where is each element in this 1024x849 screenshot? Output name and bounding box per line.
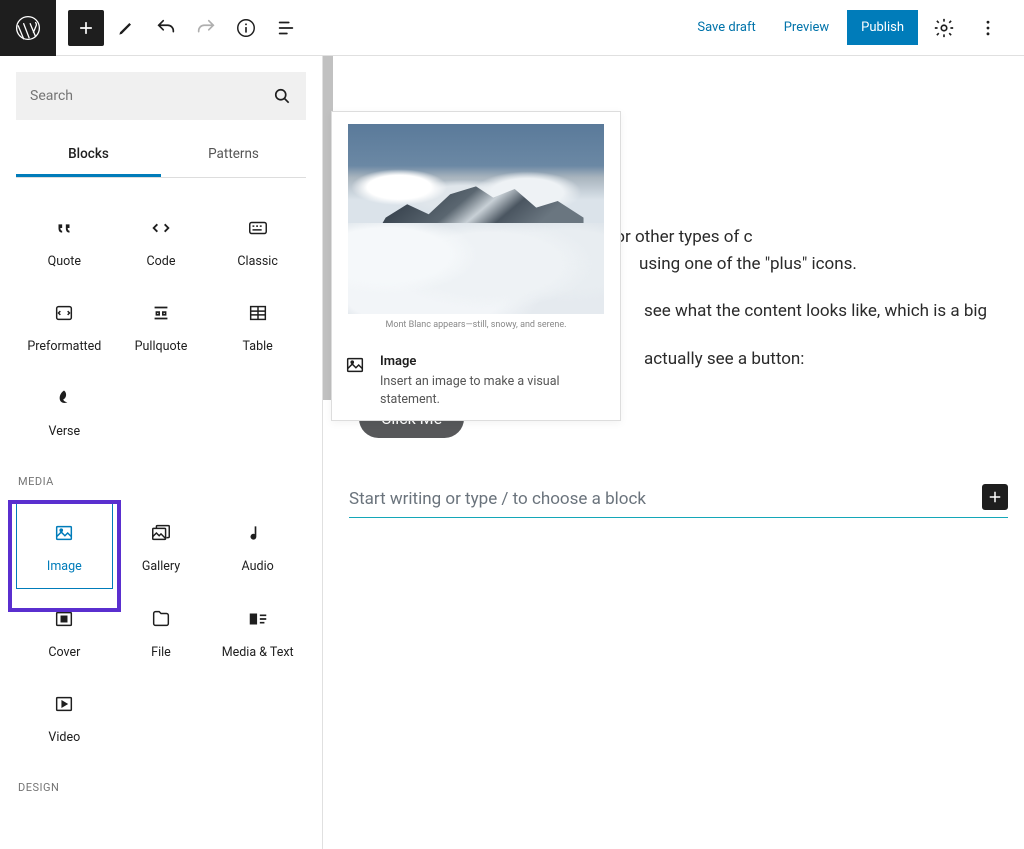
image-icon bbox=[52, 521, 76, 545]
block-label: Classic bbox=[237, 254, 277, 269]
block-quote[interactable]: Quote bbox=[16, 198, 113, 283]
code-icon bbox=[149, 216, 173, 240]
pullquote-icon bbox=[149, 301, 173, 325]
image-icon bbox=[344, 354, 366, 376]
details-icon[interactable] bbox=[228, 10, 264, 46]
preview-button[interactable]: Preview bbox=[774, 12, 839, 43]
block-label: Verse bbox=[49, 424, 81, 439]
block-verse[interactable]: Verse bbox=[16, 368, 113, 453]
text-blocks-grid: Quote Code Classic Preformatted Pullquot… bbox=[16, 198, 306, 453]
publish-button[interactable]: Publish bbox=[847, 10, 918, 45]
block-code[interactable]: Code bbox=[113, 198, 210, 283]
media-blocks-grid: Image Gallery Audio Cover File Media & T… bbox=[16, 502, 306, 759]
block-preformatted[interactable]: Preformatted bbox=[16, 283, 113, 368]
main-area: Blocks Patterns Quote Code Classic Prefo… bbox=[0, 56, 1024, 849]
block-label: Video bbox=[48, 730, 80, 745]
search-input[interactable] bbox=[30, 88, 272, 104]
block-label: Image bbox=[47, 559, 82, 574]
media-text-icon bbox=[246, 607, 270, 631]
edit-mode-icon[interactable] bbox=[108, 10, 144, 46]
preformatted-icon bbox=[52, 301, 76, 325]
block-label: Cover bbox=[48, 645, 80, 660]
tab-blocks[interactable]: Blocks bbox=[16, 134, 161, 177]
editor-canvas[interactable]: d text, you can just click and type. For… bbox=[323, 56, 1024, 849]
cover-icon bbox=[52, 607, 76, 631]
preview-image bbox=[348, 124, 604, 314]
block-label: Quote bbox=[48, 254, 81, 269]
block-label: Table bbox=[243, 339, 273, 354]
redo-button[interactable] bbox=[188, 10, 224, 46]
block-label: Media & Text bbox=[222, 645, 294, 660]
inserter-tabs: Blocks Patterns bbox=[16, 134, 306, 178]
block-label: Code bbox=[147, 254, 176, 269]
block-label: File bbox=[151, 645, 171, 660]
more-options-icon[interactable] bbox=[970, 10, 1006, 46]
verse-icon bbox=[52, 386, 76, 410]
toolbar-left bbox=[56, 10, 304, 46]
block-pullquote[interactable]: Pullquote bbox=[113, 283, 210, 368]
media-section-label: MEDIA bbox=[18, 475, 306, 488]
tooltip-description: Insert an image to make a visual stateme… bbox=[380, 373, 608, 408]
audio-icon bbox=[246, 521, 270, 545]
wordpress-logo[interactable] bbox=[0, 0, 56, 56]
gallery-icon bbox=[149, 521, 173, 545]
block-image[interactable]: Image bbox=[16, 502, 113, 589]
classic-icon bbox=[246, 216, 270, 240]
block-gallery[interactable]: Gallery bbox=[113, 502, 210, 589]
block-label: Audio bbox=[242, 559, 274, 574]
settings-icon[interactable] bbox=[926, 10, 962, 46]
empty-block-placeholder: Start writing or type / to choose a bloc… bbox=[349, 489, 646, 509]
block-table[interactable]: Table bbox=[209, 283, 306, 368]
search-blocks[interactable] bbox=[16, 72, 306, 120]
block-preview-tooltip: Mont Blanc appears—still, snowy, and ser… bbox=[331, 111, 621, 421]
table-icon bbox=[246, 301, 270, 325]
block-video[interactable]: Video bbox=[16, 674, 113, 759]
design-section-label: DESIGN bbox=[18, 781, 306, 794]
block-media-text[interactable]: Media & Text bbox=[209, 589, 306, 674]
block-audio[interactable]: Audio bbox=[209, 502, 306, 589]
block-file[interactable]: File bbox=[113, 589, 210, 674]
block-label: Pullquote bbox=[135, 339, 188, 354]
block-cover[interactable]: Cover bbox=[16, 589, 113, 674]
add-block-icon[interactable] bbox=[982, 484, 1008, 510]
preview-caption: Mont Blanc appears—still, snowy, and ser… bbox=[344, 320, 608, 330]
outline-icon[interactable] bbox=[268, 10, 304, 46]
tab-patterns[interactable]: Patterns bbox=[161, 134, 306, 177]
search-icon bbox=[272, 86, 292, 106]
video-icon bbox=[52, 692, 76, 716]
file-icon bbox=[149, 607, 173, 631]
editor-top-bar: Save draft Preview Publish bbox=[0, 0, 1024, 56]
block-classic[interactable]: Classic bbox=[209, 198, 306, 283]
block-inserter-toggle[interactable] bbox=[68, 10, 104, 46]
quote-icon bbox=[52, 216, 76, 240]
block-label: Gallery bbox=[142, 559, 180, 574]
block-inserter-panel: Blocks Patterns Quote Code Classic Prefo… bbox=[0, 56, 323, 849]
empty-block-appender[interactable]: Start writing or type / to choose a bloc… bbox=[349, 482, 1008, 518]
tooltip-title: Image bbox=[380, 354, 608, 369]
undo-button[interactable] bbox=[148, 10, 184, 46]
toolbar-right: Save draft Preview Publish bbox=[687, 10, 1024, 46]
save-draft-button[interactable]: Save draft bbox=[687, 12, 765, 43]
block-label: Preformatted bbox=[27, 339, 101, 354]
